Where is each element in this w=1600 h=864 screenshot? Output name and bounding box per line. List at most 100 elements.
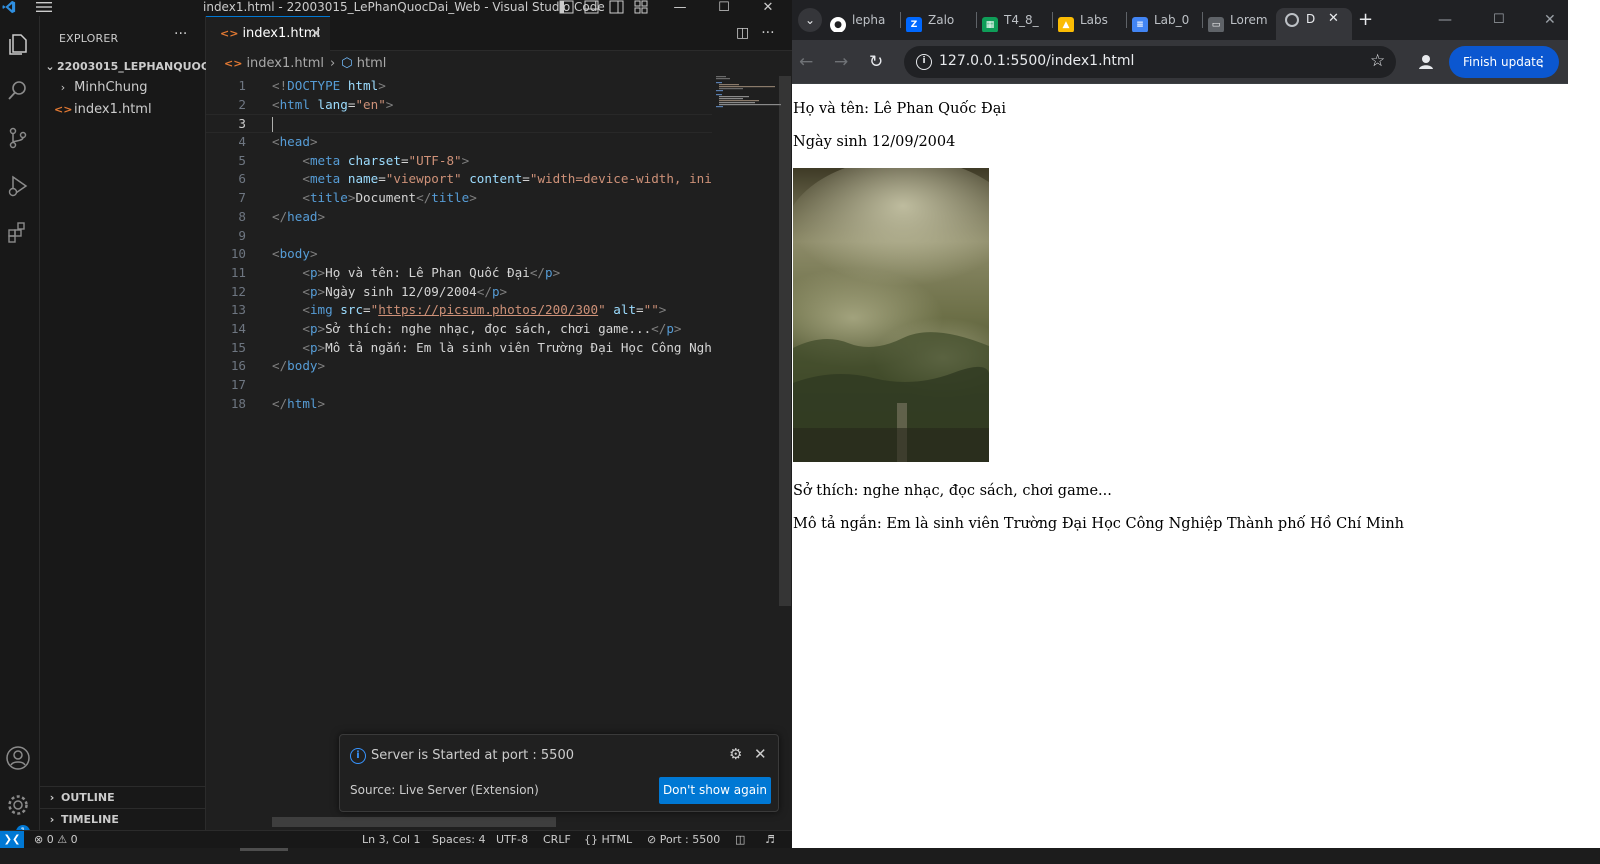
editor-tabs: <> index1.html ✕ ◫ ··· xyxy=(206,16,792,52)
minimize-icon[interactable]: — xyxy=(1438,8,1452,32)
code-line[interactable]: 11 <p>Họ và tên: Lê Phan Quốc Đại</p> xyxy=(206,264,712,283)
code-line[interactable]: 10 <body> xyxy=(206,245,712,264)
code-line[interactable]: 14 <p>Sở thích: nghe nhạc, đọc sách, chơ… xyxy=(206,320,712,339)
code-line[interactable]: 9 xyxy=(206,227,712,246)
close-icon[interactable]: ✕ xyxy=(756,0,780,15)
gear-icon[interactable]: ⚙ xyxy=(729,745,742,763)
copilot-icon[interactable]: ◫ xyxy=(735,831,745,848)
source-control-icon[interactable] xyxy=(4,124,32,152)
code-line[interactable]: 17 xyxy=(206,376,712,395)
code-line[interactable]: 16 </body> xyxy=(206,357,712,376)
forward-icon[interactable]: → xyxy=(834,52,848,72)
code-line[interactable]: 5 <meta charset="UTF-8"> xyxy=(206,152,712,171)
finish-update-button[interactable]: Finish update ⋮ xyxy=(1449,46,1559,78)
file-index1[interactable]: <> index1.html xyxy=(40,99,206,121)
horizontal-scrollbar[interactable] xyxy=(272,817,556,827)
folder-minhchung[interactable]: › MinhChung xyxy=(40,77,206,99)
toggle-primary-sidebar-icon[interactable] xyxy=(559,0,574,14)
vscode-window: index1.html - 22003015_LePhanQuocDai_Web… xyxy=(0,0,792,864)
indentation[interactable]: Spaces: 4 xyxy=(432,831,485,848)
line-number: 11 xyxy=(230,264,246,280)
code-line[interactable]: 2 <html lang="en"> xyxy=(206,96,712,115)
web-page: Họ và tên: Lê Phan Quốc Đại Ngày sinh 12… xyxy=(792,85,1568,848)
browser-tab[interactable]: ▭ Lorem xyxy=(1208,8,1272,32)
remote-indicator-icon[interactable]: ❯❮ xyxy=(0,831,24,849)
live-server-port[interactable]: ⊘ Port : 5500 xyxy=(647,831,720,848)
code-token: < xyxy=(302,264,310,280)
minimap[interactable] xyxy=(716,74,782,114)
code-line[interactable]: 13 <img src="https://picsum.photos/200/3… xyxy=(206,301,712,320)
breadcrumb-file[interactable]: index1.html xyxy=(246,56,324,71)
timeline-section[interactable]: › TIMELINE xyxy=(40,808,206,830)
code-line[interactable]: 6 <meta name="viewport" content="width=d… xyxy=(206,170,712,189)
maximize-icon[interactable]: ☐ xyxy=(712,0,736,15)
browser-tab[interactable]: ≡ Lab_0 xyxy=(1132,8,1196,32)
close-window-icon[interactable]: ✕ xyxy=(1544,8,1556,32)
code-token: </ xyxy=(272,208,288,224)
new-tab-icon[interactable]: + xyxy=(1358,8,1373,32)
site-info-icon[interactable]: i xyxy=(916,54,932,70)
code-token: DOCTYPE xyxy=(287,78,348,93)
accounts-icon[interactable] xyxy=(4,744,32,772)
code-line[interactable]: 7 <title>Document</title> xyxy=(206,189,712,208)
address-bar[interactable]: i 127.0.0.1:5500/index1.html ☆ xyxy=(904,46,1396,78)
code-token: "en" xyxy=(355,96,386,112)
explorer-icon[interactable] xyxy=(4,30,32,58)
profile-avatar-icon[interactable] xyxy=(1416,52,1436,72)
code-line[interactable]: 12 <p>Ngày sinh 12/09/2004</p> xyxy=(206,283,712,302)
code-line[interactable]: 1 <!DOCTYPE html> xyxy=(206,77,712,96)
menu-icon[interactable] xyxy=(36,1,52,13)
close-icon[interactable]: ✕ xyxy=(754,745,767,763)
workspace-root[interactable]: ⌄22003015_LEPHANQUOCD... xyxy=(40,56,206,78)
code-line[interactable]: 4 <head> xyxy=(206,133,712,152)
extensions-icon[interactable] xyxy=(4,219,32,247)
search-icon[interactable] xyxy=(4,77,32,105)
code-line[interactable]: 15 <p>Mô tả ngắn: Em là sinh viên Trường… xyxy=(206,339,712,358)
close-tab-icon[interactable]: ✕ xyxy=(310,17,322,51)
manage-gear-icon[interactable] xyxy=(4,791,32,819)
tab-index1[interactable]: <> index1.html ✕ xyxy=(206,16,330,52)
code-text: <p>Sở thích: nghe nhạc, đọc sách, chơi g… xyxy=(272,320,712,339)
code-line[interactable]: 18 </html> xyxy=(206,395,712,414)
browser-tab[interactable]: ● lepha xyxy=(830,8,894,32)
split-editor-icon[interactable]: ◫ xyxy=(736,25,749,41)
tab-search-icon[interactable]: ⌄ xyxy=(798,8,822,32)
problems-indicator[interactable]: ⊗ 0 ⚠ 0 xyxy=(34,831,78,848)
toggle-panel-icon[interactable] xyxy=(584,0,599,14)
code-token: head xyxy=(287,208,318,224)
code-token: "viewport" xyxy=(385,171,470,187)
more-actions-icon[interactable]: ··· xyxy=(174,26,187,42)
kebab-menu-icon[interactable]: ⋮ xyxy=(1535,46,1549,78)
close-tab-icon[interactable]: ✕ xyxy=(1328,11,1339,26)
dont-show-again-button[interactable]: Don't show again xyxy=(659,777,771,804)
browser-tab[interactable]: ▦ T4_8_ xyxy=(982,8,1046,32)
run-and-debug-icon[interactable] xyxy=(4,172,32,200)
active-tab[interactable]: D ✕ xyxy=(1276,8,1352,40)
toggle-secondary-sidebar-icon[interactable] xyxy=(609,0,624,14)
more-actions-icon[interactable]: ··· xyxy=(761,25,774,41)
code-token: p xyxy=(309,283,318,299)
code-editor[interactable]: 1 <!DOCTYPE html> 2 <html lang="en"> 3 4 <head… xyxy=(206,77,712,457)
minimize-icon[interactable]: — xyxy=(668,0,692,15)
back-icon[interactable]: ← xyxy=(799,52,813,72)
code-token: p xyxy=(309,320,318,336)
maximize-icon[interactable]: ☐ xyxy=(1493,8,1505,32)
browser-tab[interactable]: Z Zalo xyxy=(906,8,970,32)
tab-separator xyxy=(1126,12,1127,28)
customize-layout-icon[interactable] xyxy=(634,0,649,14)
code-line[interactable]: 3 xyxy=(206,114,712,134)
reload-icon[interactable]: ↻ xyxy=(869,52,883,72)
breadcrumb-symbol[interactable]: html xyxy=(357,56,387,71)
language-mode[interactable]: {} HTML xyxy=(584,831,632,848)
cursor-position[interactable]: Ln 3, Col 1 xyxy=(362,831,421,848)
vertical-scrollbar[interactable] xyxy=(779,76,791,606)
url-text[interactable]: 127.0.0.1:5500/index1.html xyxy=(939,53,1134,69)
encoding[interactable]: UTF-8 xyxy=(496,831,528,848)
desktop: index1.html - 22003015_LePhanQuocDai_Web… xyxy=(0,0,1600,864)
line-endings[interactable]: CRLF xyxy=(543,831,571,848)
bookmark-star-icon[interactable]: ☆ xyxy=(1370,51,1385,71)
browser-tab[interactable]: ▲ Labs xyxy=(1058,8,1122,32)
outline-section[interactable]: › OUTLINE xyxy=(40,786,206,808)
code-line[interactable]: 8 </head> xyxy=(206,208,712,227)
notifications-bell-icon[interactable]: ♬ xyxy=(765,831,775,848)
